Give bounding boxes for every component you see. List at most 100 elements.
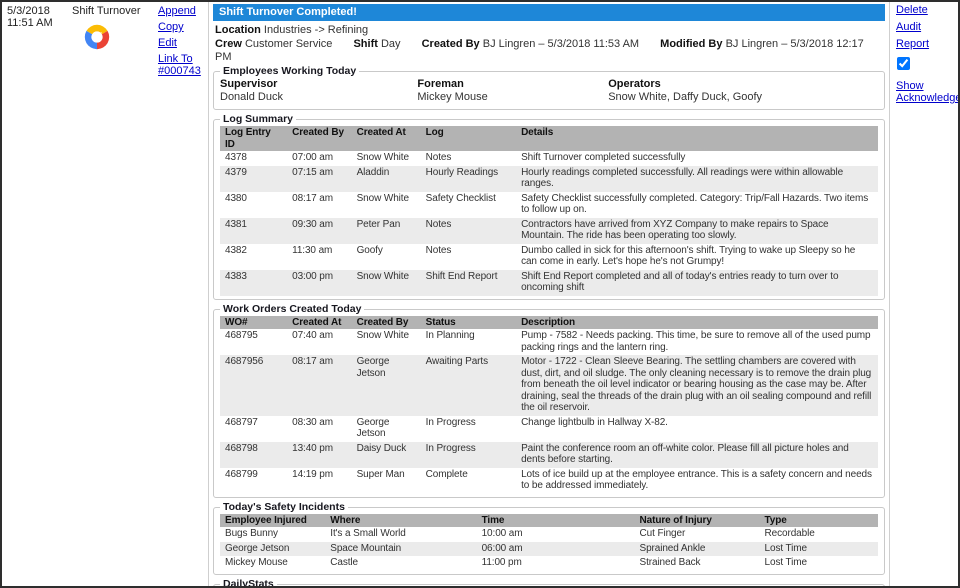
supervisor-value: Donald Duck: [220, 91, 283, 103]
supervisor-block: Supervisor Donald Duck: [220, 78, 417, 104]
table-cell: 07:40 am: [292, 330, 334, 341]
created-by-value: BJ Lingren – 5/3/2018 11:53 AM: [482, 38, 640, 50]
table-cell: Lost Time: [764, 557, 808, 568]
table-cell: 13:40 pm: [292, 442, 334, 454]
table-cell: 4382: [225, 244, 247, 256]
column-header: Where: [325, 513, 477, 527]
column-header: Employee Injured: [220, 513, 326, 527]
column-header: Created By: [351, 315, 421, 329]
foreman-value: Mickey Mouse: [417, 91, 488, 103]
operators-block: Operators Snow White, Daffy Duck, Goofy: [608, 78, 878, 104]
table-cell: Contractors have arrived from XYZ Compan…: [521, 218, 829, 242]
table-cell: Goofy: [356, 244, 383, 256]
shift-value: Day: [380, 38, 401, 50]
log-summary-title: Log Summary: [223, 113, 294, 125]
foreman-block: Foreman Mickey Mouse: [417, 78, 608, 104]
shift-pair: Shift Day: [353, 38, 403, 50]
shift-label: Shift: [353, 38, 378, 50]
table-cell: Safety Checklist: [425, 192, 496, 204]
table-cell: In Progress: [425, 442, 476, 454]
table-cell: 4687956: [225, 356, 264, 367]
location-value: Industries -> Refining: [263, 24, 369, 36]
table-row: 4381 09:30 am Peter Pan Notes Contractors ha…: [220, 217, 878, 244]
table-cell: Snow White: [356, 330, 409, 341]
daily-stats-section: DailyStats Total Customers arriving thro…: [213, 578, 885, 586]
table-row: 468799 14:19 pm Super Man Complete Lots of i…: [220, 468, 878, 494]
safety-incidents-table: Employee Injured Where Time Nature of Injur…: [220, 513, 878, 571]
entry-date: 5/3/2018 11:51 AM: [7, 5, 53, 29]
append-link[interactable]: Append: [158, 5, 206, 17]
column-header: WO#: [220, 315, 288, 329]
acknowledge-checkbox[interactable]: [897, 57, 910, 70]
table-cell: 11:00 pm: [481, 557, 522, 568]
table-cell: Snow White: [356, 192, 409, 204]
table-cell: Paint the conference room an off-white c…: [521, 442, 849, 466]
safety-incidents-title: Today's Safety Incidents: [223, 500, 345, 513]
crew-label: Crew: [215, 38, 242, 50]
employees-section-title: Employees Working Today: [223, 65, 357, 77]
edit-link[interactable]: Edit: [158, 37, 206, 49]
table-cell: It's a Small World: [330, 528, 406, 539]
entry-type-column: Shift Turnover: [68, 2, 156, 586]
table-cell: Pump - 7582 - Needs packing. This time, …: [521, 330, 871, 353]
column-header: Details: [516, 126, 878, 151]
table-cell: In Progress: [425, 416, 476, 428]
table-cell: Shift End Report completed and all of to…: [521, 270, 839, 294]
table-cell: 14:19 pm: [292, 468, 334, 480]
crew-value: Customer Service: [244, 38, 333, 50]
created-by-label: Created By: [421, 38, 480, 50]
table-cell: George Jetson: [225, 542, 290, 554]
table-cell: George Jetson: [356, 416, 390, 440]
table-cell: Daisy Duck: [356, 442, 407, 454]
entry-date-column: 5/3/2018 11:51 AM: [2, 2, 68, 586]
table-cell: George Jetson: [356, 356, 390, 379]
delete-link[interactable]: Delete: [896, 4, 956, 16]
work-orders-title: Work Orders Created Today: [223, 302, 362, 315]
copy-link[interactable]: Copy: [158, 21, 206, 33]
audit-link[interactable]: Audit: [896, 21, 956, 33]
safety-incidents-section: Today's Safety Incidents Employee Injure…: [213, 500, 885, 575]
meta-line: Crew Customer Service Shift Day Created …: [215, 38, 885, 64]
log-summary-section: Log Summary Log Entry ID Created By Create…: [213, 114, 885, 300]
table-cell: Mickey Mouse: [225, 557, 288, 568]
table-cell: Hourly readings completed successfully. …: [521, 166, 844, 190]
table-cell: Super Man: [356, 468, 405, 480]
location-label: Location: [215, 24, 261, 36]
shift-turnover-icon: [82, 22, 112, 52]
created-by-pair: Created By BJ Lingren – 5/3/2018 11:53 A…: [422, 38, 643, 50]
table-cell: Lots of ice build up at the employee ent…: [521, 468, 872, 492]
table-cell: 468795: [225, 330, 258, 341]
table-cell: 468798: [225, 442, 258, 454]
operators-value: Snow White, Daffy Duck, Goofy: [608, 91, 763, 103]
link-to-link[interactable]: Link To #000743: [158, 53, 206, 77]
table-cell: Cut Finger: [639, 528, 686, 539]
column-header: Time: [476, 513, 635, 527]
table-row: 4379 07:15 am Aladdin Hourly Readings Hourly…: [220, 165, 878, 192]
foreman-label: Foreman: [417, 78, 464, 90]
table-row: 4380 08:17 am Snow White Safety Checklist Sa…: [220, 192, 878, 218]
crew-pair: Crew Customer Service: [215, 38, 335, 50]
column-header: Created At: [287, 315, 352, 329]
table-cell: Peter Pan: [356, 218, 401, 230]
work-orders-section: Work Orders Created Today WO# Created At C…: [213, 302, 885, 498]
table-row: 4687956 08:17 am George Jetson Awaiting Par…: [220, 355, 878, 416]
table-cell: 4381: [225, 218, 247, 230]
table-row: 468797 08:30 am George Jetson In Progress Ch…: [220, 416, 878, 442]
table-cell: Notes: [425, 244, 452, 256]
report-link[interactable]: Report: [896, 38, 956, 50]
table-cell: Complete: [425, 468, 468, 480]
table-cell: In Planning: [425, 330, 475, 341]
show-acknowledgers-link[interactable]: Show Acknowledgers: [896, 80, 958, 104]
table-cell: Lost Time: [764, 542, 808, 554]
table-cell: Strained Back: [639, 557, 701, 568]
employees-section: Employees Working Today Supervisor Donal…: [213, 66, 885, 110]
table-cell: Awaiting Parts: [425, 356, 488, 367]
table-cell: 09:30 am: [292, 218, 334, 230]
table-cell: Snow White: [356, 270, 409, 282]
table-cell: 468799: [225, 468, 258, 480]
table-cell: Hourly Readings: [425, 166, 499, 178]
table-header-row: Log Entry ID Created By Created At Log Detai…: [220, 126, 878, 151]
table-cell: Sprained Ankle: [639, 542, 706, 554]
table-row: 4383 03:00 pm Snow White Shift End Report Sh…: [220, 269, 878, 296]
table-row: 468795 07:40 am Snow White In Planning Pump …: [220, 329, 878, 355]
